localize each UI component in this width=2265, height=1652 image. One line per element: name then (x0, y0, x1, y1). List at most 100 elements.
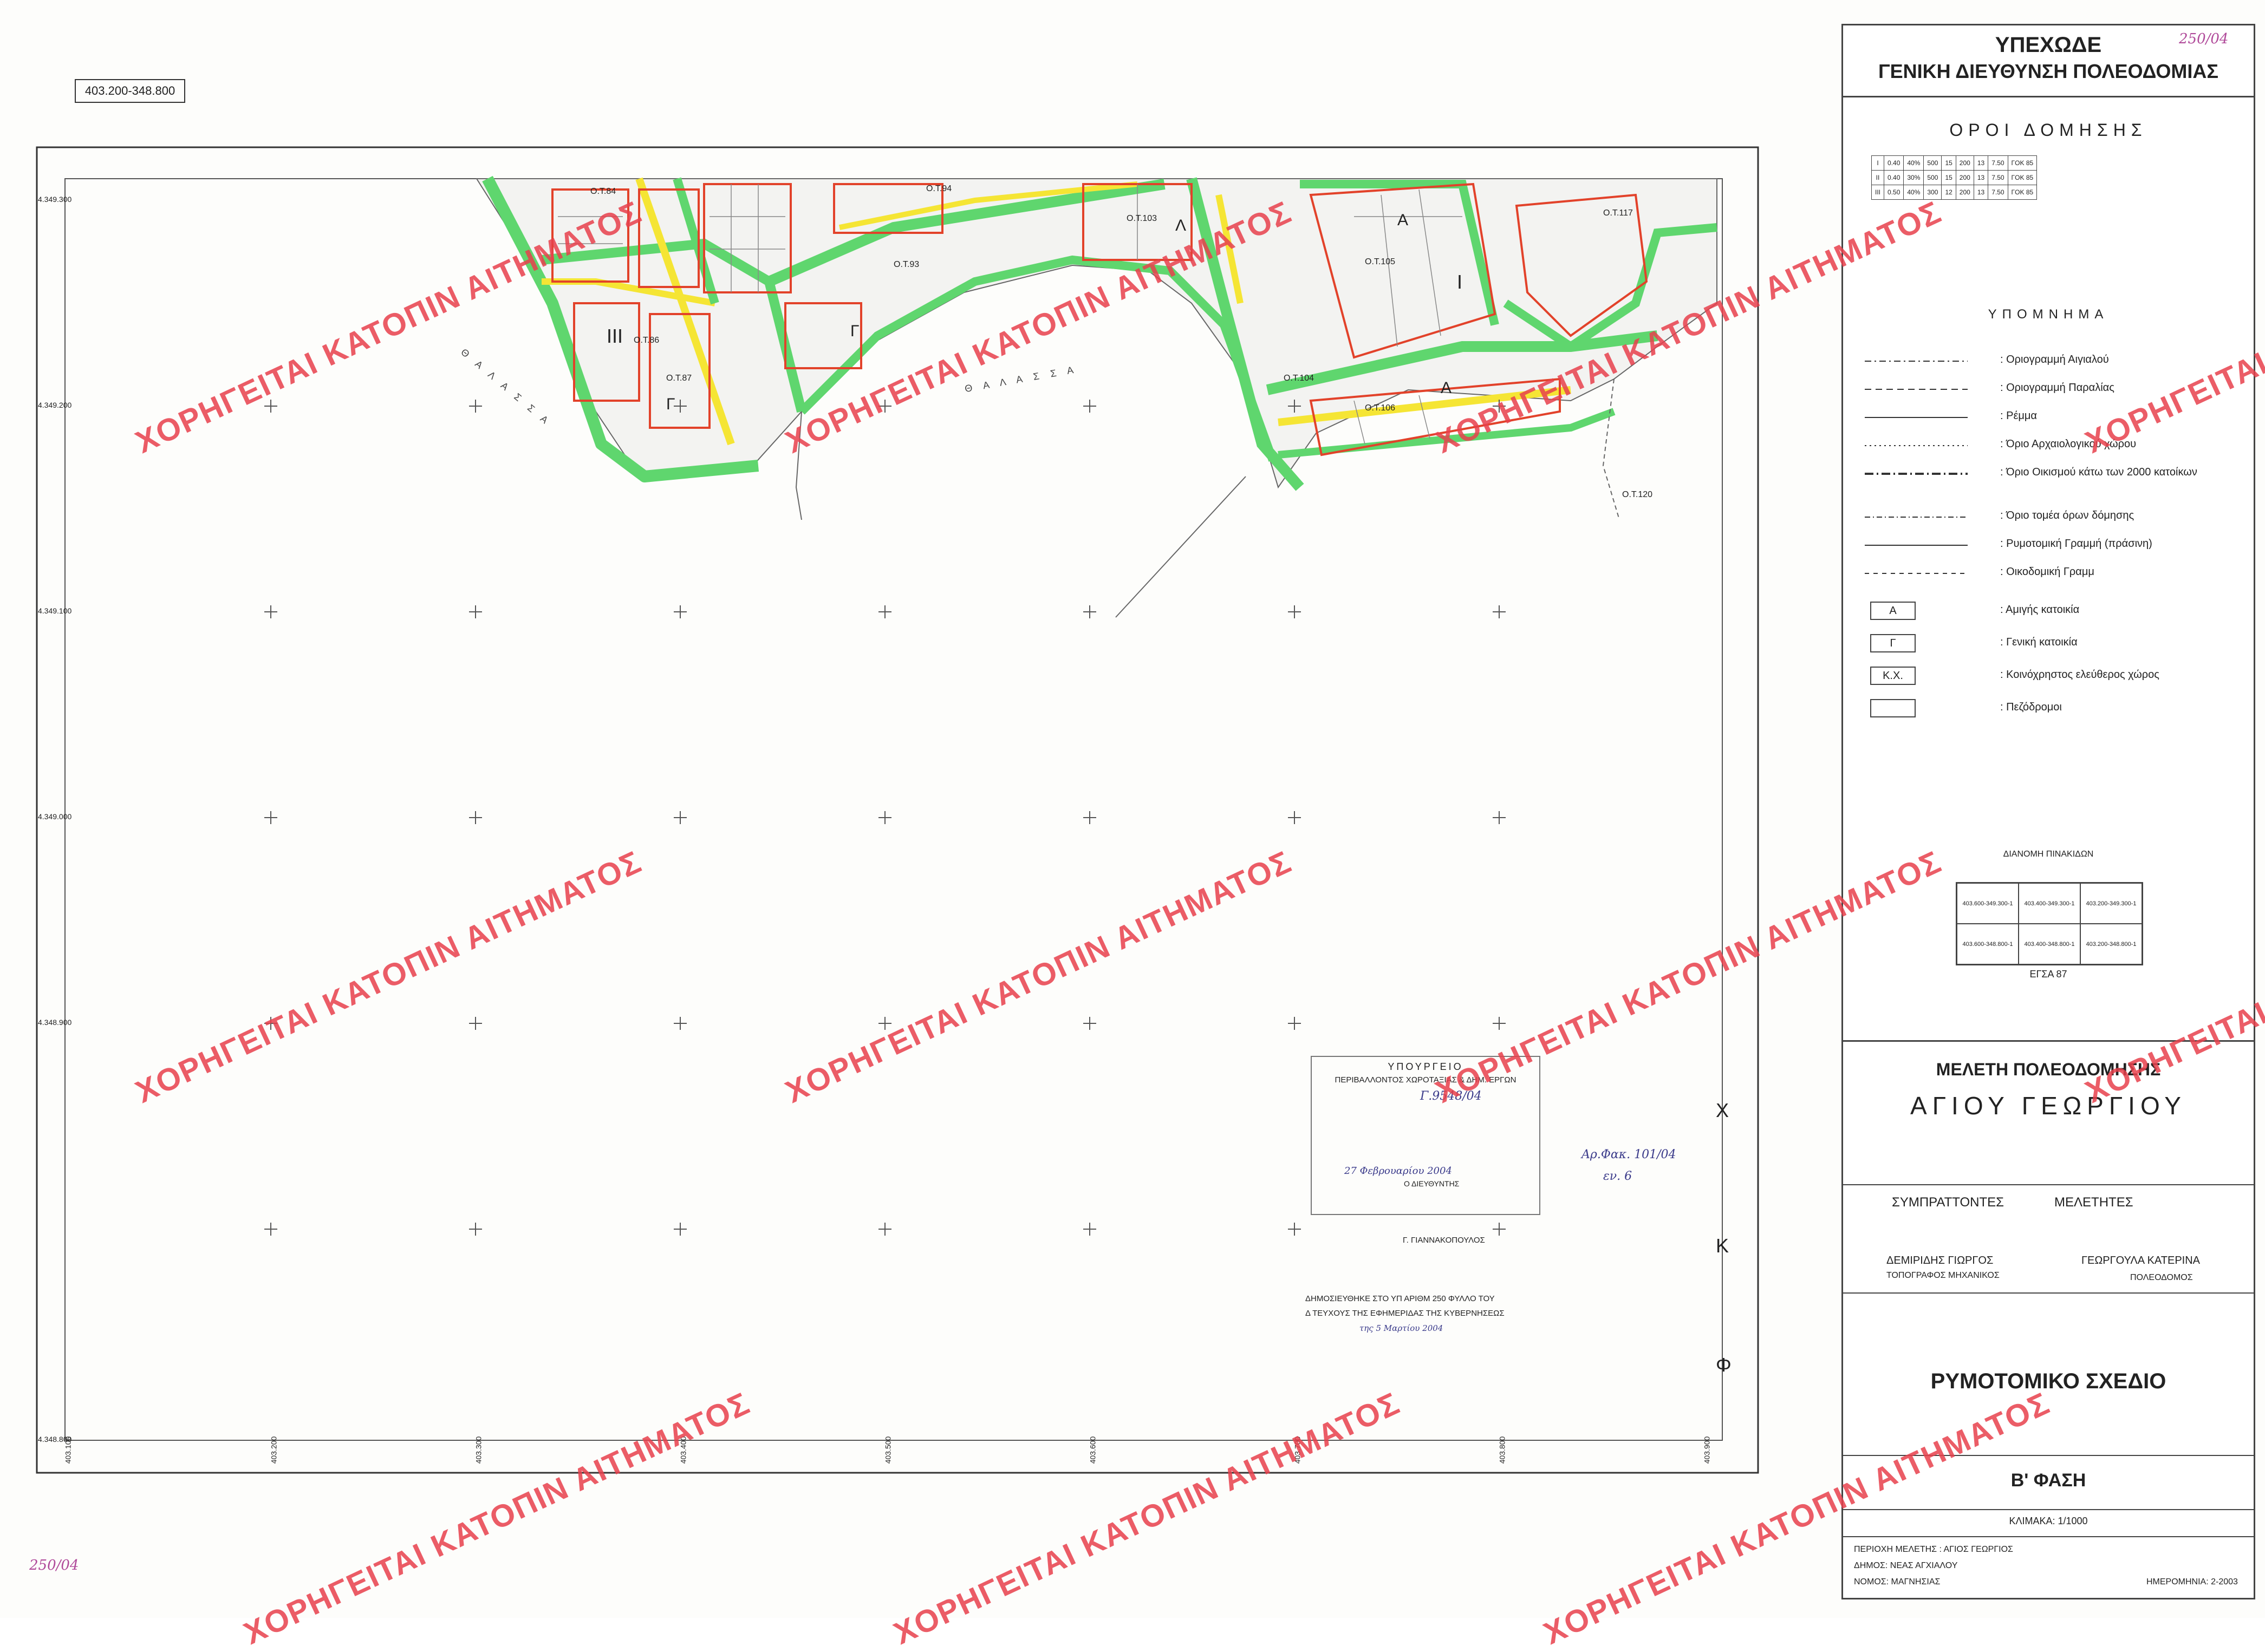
author-1-name: ΔΕΜΙΡΙΔΗΣ ΓΙΩΡΓΟΣ (1886, 1255, 1994, 1266)
sheet-index-cell: 403.600-348.800-1 (1957, 924, 2019, 964)
zone-label: III (607, 325, 623, 347)
zone-label: Α (1397, 211, 1409, 229)
terms-cell: 7.50 (1988, 185, 2008, 200)
y-label: 4.349.000 (38, 812, 72, 821)
terms-cell: 500 (1923, 155, 1942, 171)
co-authors-label: ΣΥΜΠΡΑΤΤΟΝΤΕΣ (1892, 1195, 2004, 1210)
legend-zone-item: Γ : Γενική κατοικία (1843, 633, 2254, 655)
block-label: Ο.Τ.120 (1622, 490, 1653, 499)
legend-label: : Πεζόδρομοι (2000, 701, 2062, 713)
gazette-line1: ΔΗΜΟΣΙΕΥΘΗΚΕ ΣΤΟ ΥΠ ΑΡΙΘΜ 250 ΦΥΛΛΟ ΤΟΥ (1305, 1294, 1495, 1303)
legend-line-symbol (1865, 361, 1968, 362)
scale-label: ΚΛΙΜΑΚΑ: 1/1000 (2009, 1516, 2088, 1526)
legend-zone-box: Γ (1870, 634, 1916, 652)
x-label: 403.900 (1702, 1436, 1711, 1464)
terms-cell: III (1871, 185, 1885, 200)
authors-label: ΜΕΛΕΤΗΤΕΣ (2054, 1195, 2133, 1210)
legend-line-symbol (1865, 545, 1968, 546)
legend-title: ΥΠΟΜΝΗΜΑ (1988, 307, 2109, 322)
y-label: 4.348.900 (38, 1018, 72, 1027)
terms-cell: I (1871, 155, 1885, 171)
sheet-index-cell: 403.200-349.300-1 (2080, 883, 2142, 924)
y-label: 4.349.300 (38, 195, 72, 204)
block-label: Ο.Τ.94 (926, 184, 952, 193)
block-label: Ο.Τ.86 (634, 336, 660, 345)
y-label: 4.349.100 (38, 606, 72, 615)
folder-note: Αρ.Φακ. 101/04 (1581, 1148, 1676, 1161)
terms-cell: ΓΟΚ 85 (2007, 185, 2038, 200)
block-label: Ο.Τ.105 (1365, 257, 1396, 266)
gazette-line3: της 5 Μαρτίου 2004 (1359, 1323, 1443, 1333)
corner-number: 250/04 (29, 1557, 79, 1573)
legend-line-symbol (1865, 517, 1968, 518)
block-label: Ο.Τ.117 (1603, 208, 1633, 218)
terms-cell: 0.40 (1884, 170, 1904, 185)
legend-label: : Ρέμμα (2000, 410, 2037, 422)
place-title: ΑΓΙΟΥ ΓΕΩΡΓΙΟΥ (1910, 1092, 2186, 1120)
terms-cell: 7.50 (1988, 155, 2008, 171)
zone-label: I (1457, 271, 1463, 293)
building-terms-title: ΟΡΟΙ ΔΟΜΗΣΗΣ (1949, 120, 2147, 140)
sheet-index-cell: 403.600-349.300-1 (1957, 883, 2019, 924)
stamp-date: 27 Φεβρουαρίου 2004 (1344, 1165, 1452, 1177)
terms-cell: 13 (1973, 155, 1989, 171)
side-letter: Χ (1716, 1099, 1729, 1121)
legend-label: : Ρυμοτομική Γραμμή (πράσινη) (2000, 538, 2152, 550)
author-1-role: ΤΟΠΟΓΡΑΦΟΣ ΜΗΧΑΝΙΚΟΣ (1886, 1271, 2000, 1280)
x-label: 403.500 (883, 1436, 893, 1464)
x-label: 403.300 (474, 1436, 483, 1464)
terms-cell: ΓΟΚ 85 (2007, 170, 2038, 185)
zone-label: Λ (1175, 217, 1187, 234)
legend-label: : Οριογραμμή Αιγιαλού (2000, 354, 2109, 365)
terms-cell: 0.40 (1884, 155, 1904, 171)
terms-cell: 200 (1955, 185, 1974, 200)
building-terms-table: I 0.40 40% 500 15 200 13 7.50 ΓΟΚ 85 II 0.40 30% 500… (1871, 155, 2038, 200)
zone-label: Γ (850, 322, 860, 340)
terms-cell: 13 (1973, 170, 1989, 185)
sheet-index-cell: 403.400-348.800-1 (2019, 924, 2080, 964)
block-label: Ο.Τ.103 (1127, 214, 1157, 223)
block-label: Ο.Τ.106 (1365, 403, 1396, 413)
legend-zone-box: Α (1870, 602, 1916, 620)
terms-cell: 15 (1941, 155, 1956, 171)
terms-row: II 0.40 30% 500 15 200 13 7.50 ΓΟΚ 85 (1871, 170, 2038, 185)
legend-line-symbol (1865, 417, 1968, 418)
legend-line-symbol (1865, 473, 1968, 475)
block-label: Ο.Τ.84 (590, 187, 616, 196)
terms-cell: 13 (1973, 185, 1989, 200)
terms-cell: 15 (1941, 170, 1956, 185)
stamp-signatory-name: Γ. ΓΙΑΝΝΑΚΟΠΟΥΛΟΣ (1403, 1236, 1485, 1245)
gazette-line2: Δ ΤΕΥΧΟΥΣ ΤΗΣ ΕΦΗΜΕΡΙΔΑΣ ΤΗΣ ΚΥΒΕΡΝΗΣΕΩΣ (1305, 1309, 1505, 1318)
legend-item: : Όριο τομέα όρων δόμησης (1843, 506, 2254, 528)
y-label: 4.348.800 (38, 1435, 72, 1444)
legend-label: : Γενική κατοικία (2000, 636, 2078, 648)
stamp-signatory: Ο ΔΙΕΥΘΥΝΤΗΣ (1404, 1179, 1460, 1188)
legend-zone-item: Α: Αμιγής κατοικία (1843, 600, 2254, 622)
zone-label: Γ (666, 395, 675, 413)
legend-line-symbol (1865, 573, 1968, 574)
legend-label: : Κοινόχρηστος ελεύθερος χώρος (2000, 669, 2159, 681)
gazette-notice: ΔΗΜΟΣΙΕΥΘΗΚΕ ΣΤΟ ΥΠ ΑΡΙΘΜ 250 ΦΥΛΛΟ ΤΟΥ … (1305, 1294, 1533, 1333)
sheet-index-grid: 403.600-349.300-1 403.400-349.300-1 403.20… (1956, 882, 2143, 965)
org-title-2: ΓΕΝΙΚΗ ΔΙΕΥΘΥΝΣΗ ΠΟΛΕΟΔΟΜΙΑΣ (1878, 60, 2219, 82)
legend-zone-item: Κ.Χ. : Κοινόχρηστος ελεύθερος χώρος (1843, 665, 2254, 687)
legend-line-symbol (1865, 445, 1968, 446)
legend-label: : Οικοδομική Γραμμ (2000, 566, 2094, 578)
y-label: 4.349.200 (38, 401, 72, 409)
area-label: ΠΕΡΙΟΧΗ ΜΕΛΕΤΗΣ : ΑΓΙΟΣ ΓΕΩΡΓΙΟΣ (1854, 1545, 2013, 1554)
x-label: 403.200 (269, 1436, 278, 1464)
terms-cell: II (1871, 170, 1885, 185)
datum-label: ΕΓΣΑ 87 (2029, 969, 2067, 980)
map-drawing (36, 146, 1759, 1474)
legend-zone-box: Κ.Χ. (1870, 667, 1916, 685)
legend-label: : Όριο Οικισμού κάτω των 2000 κατοίκων (2000, 466, 2197, 478)
side-letter: Φ (1716, 1354, 1732, 1376)
block-label: Ο.Τ.87 (666, 374, 692, 383)
legend-item: : Οικοδομική Γραμμ (1843, 563, 2254, 584)
terms-cell: 200 (1955, 155, 1974, 171)
terms-cell: 30% (1903, 170, 1924, 185)
sheet-index-cell: 403.200-348.800-1 (2080, 924, 2142, 964)
block-label: Ο.Τ.93 (894, 260, 920, 269)
author-2-role: ΠΟΛΕΟΔΟΜΟΣ (2130, 1273, 2193, 1282)
terms-row: III 0.50 40% 300 12 200 13 7.50 ΓΟΚ 85 (1871, 185, 2038, 200)
